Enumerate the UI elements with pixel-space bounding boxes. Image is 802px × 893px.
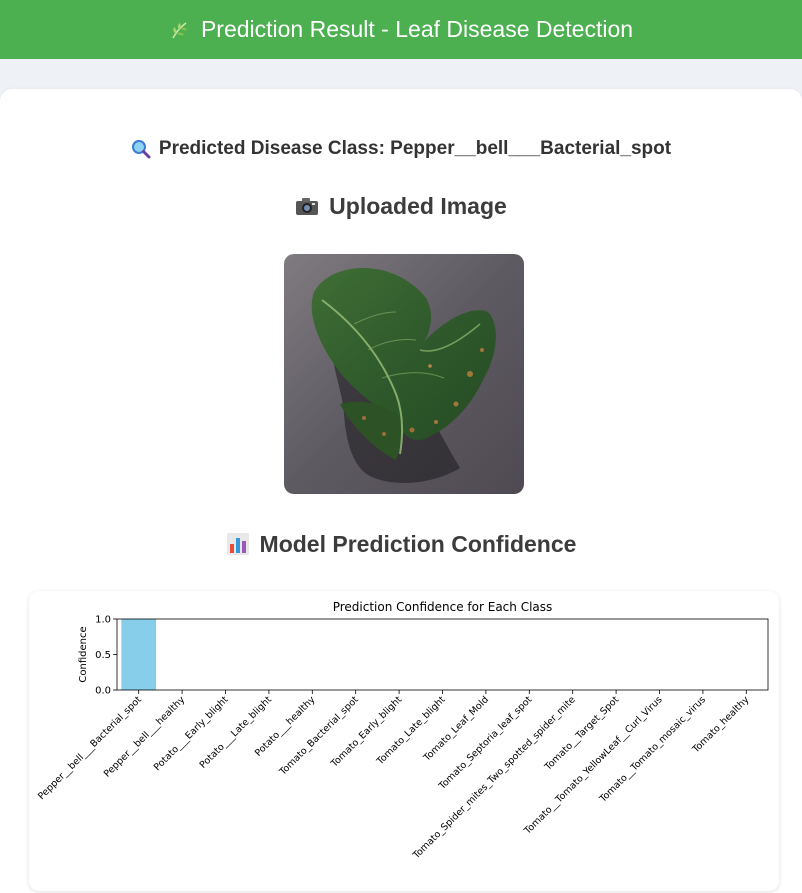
magnifier-icon (131, 139, 151, 159)
page-title: Prediction Result - Leaf Disease Detecti… (200, 16, 634, 42)
leaf-icon (169, 19, 191, 41)
y-tick-label: 0.0 (95, 686, 111, 697)
x-tick-label: Tomato_Early_blight (328, 694, 404, 770)
chart-title: Prediction Confidence for Each Class (333, 600, 553, 614)
bar-chart-icon (226, 532, 250, 556)
uploaded-image-title: Uploaded Image (329, 192, 507, 219)
x-tick-label: Potato___Late_blight (198, 694, 275, 771)
plot-frame (116, 618, 769, 691)
x-tick-label: Pepper__bell___healthy (102, 694, 188, 780)
x-tick-label: Tomato_Bacterial_spot (277, 694, 361, 778)
y-tick-label: 0.5 (95, 650, 111, 661)
y-axis-label: Confidence (78, 626, 89, 682)
x-tick-label: Potato___Early_blight (152, 694, 231, 773)
confidence-chart-card: Prediction Confidence for Each Class 0.0 0… (29, 591, 779, 891)
predicted-class-label: Predicted Disease Class: Pepper__bell___… (158, 138, 672, 159)
app-header: Prediction Result - Leaf Disease Detecti… (0, 0, 802, 59)
bar-Pepper__bell___Bacterial_spot (121, 619, 157, 690)
camera-icon (295, 196, 319, 216)
confidence-heading: Model Prediction Confidence (0, 528, 802, 560)
y-tick-label: 1.0 (95, 615, 111, 626)
x-tick-label: Tomato__Target_Spot (542, 694, 621, 773)
confidence-title: Model Prediction Confidence (259, 530, 577, 557)
confidence-bar-chart: Prediction Confidence for Each Class 0.0 0… (36, 600, 769, 862)
uploaded-image-heading: Uploaded Image (0, 190, 802, 222)
uploaded-leaf-image (284, 254, 524, 494)
x-tick-label: Tomato_Spider_mites_Two_spotted_spider_m… (410, 694, 578, 862)
predicted-class: Predicted Disease Class: Pepper__bell___… (0, 136, 802, 162)
